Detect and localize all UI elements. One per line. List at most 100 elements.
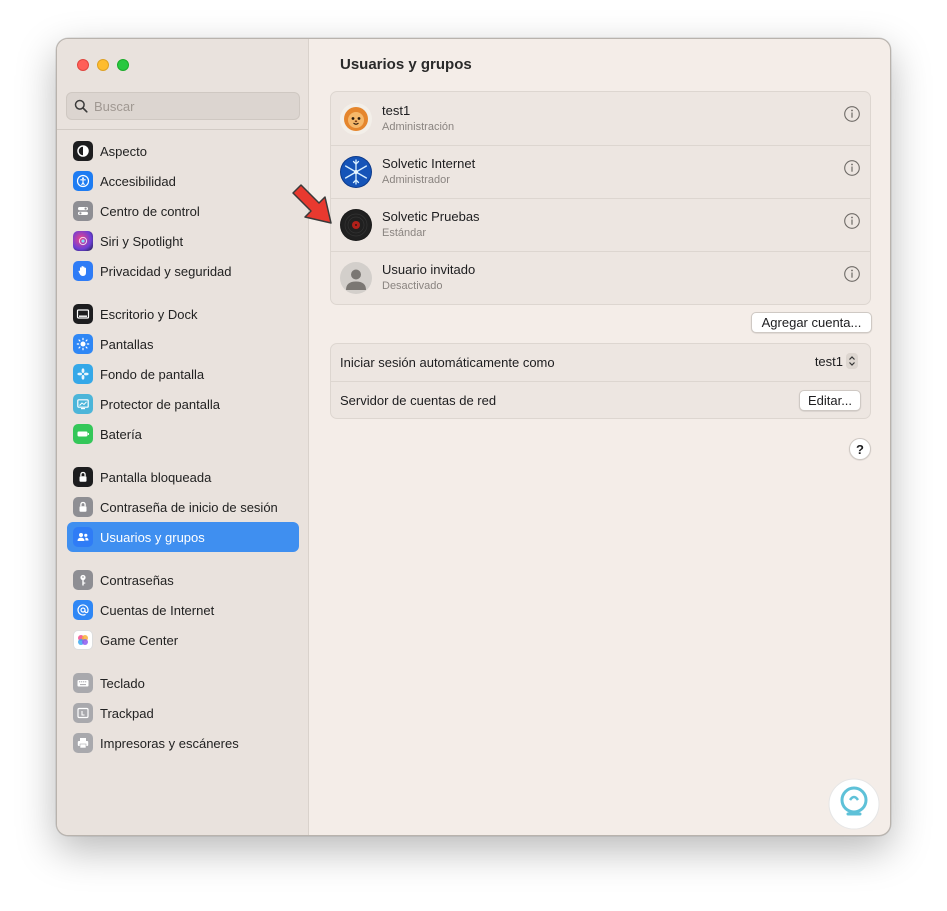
watermark-logo-icon <box>828 778 880 830</box>
keyboard-icon <box>73 673 93 693</box>
traffic-lights <box>77 59 129 71</box>
sidebar-item-label: Pantalla bloqueada <box>100 469 212 485</box>
sidebar-item-label: Usuarios y grupos <box>100 529 205 545</box>
sidebar-item-label: Cuentas de Internet <box>100 602 215 618</box>
user-row-usuario-invitado[interactable]: Usuario invitado Desactivado <box>331 251 870 304</box>
user-name: Solvetic Internet <box>382 156 476 171</box>
dock-icon <box>73 304 93 324</box>
user-row-solvetic-pruebas[interactable]: Solvetic Pruebas Estándar <box>331 198 870 251</box>
sidebar-item-cuentas-de-internet[interactable]: Cuentas de Internet <box>67 595 299 625</box>
chevron-updown-icon <box>846 353 858 369</box>
users-list: test1 Administración Solvetic Internet A… <box>330 91 871 305</box>
user-row-test1[interactable]: test1 Administración <box>331 92 870 145</box>
at-icon <box>73 600 93 620</box>
printer-icon <box>73 733 93 753</box>
add-account-button[interactable]: Agregar cuenta... <box>751 312 872 333</box>
trackpad-icon <box>73 703 93 723</box>
settings-window: Aspecto Accesibilidad Centro de control … <box>56 38 891 836</box>
battery-icon <box>73 424 93 444</box>
search-field[interactable] <box>66 92 300 120</box>
game-center-icon <box>73 630 93 650</box>
login-settings: Iniciar sesión automáticamente como test… <box>330 343 871 419</box>
user-name: Solvetic Pruebas <box>382 209 480 224</box>
sidebar-item-label: Teclado <box>100 675 145 691</box>
control-center-icon <box>73 201 93 221</box>
info-icon[interactable] <box>843 159 861 177</box>
sidebar-item-label: Fondo de pantalla <box>100 366 205 382</box>
user-info: Solvetic Pruebas Estándar <box>382 209 480 241</box>
user-role: Administrador <box>382 174 450 186</box>
autologin-row: Iniciar sesión automáticamente como test… <box>331 344 870 381</box>
sidebar-item-label: Pantallas <box>100 336 154 352</box>
sidebar-divider <box>57 129 308 130</box>
help-button[interactable]: ? <box>849 438 871 460</box>
user-role: Estándar <box>382 227 427 239</box>
display-icon <box>73 334 93 354</box>
sidebar-item-label: Privacidad y seguridad <box>100 263 232 279</box>
sidebar-item-label: Trackpad <box>100 705 154 721</box>
sidebar-item-fondo-de-pantalla[interactable]: Fondo de pantalla <box>67 359 299 389</box>
search-input[interactable] <box>94 98 294 114</box>
network-server-label: Servidor de cuentas de red <box>340 392 497 408</box>
edit-button[interactable]: Editar... <box>799 390 861 411</box>
sidebar-item-label: Game Center <box>100 632 179 648</box>
accessibility-icon <box>73 171 93 191</box>
page-title: Usuarios y grupos <box>340 56 472 73</box>
info-icon[interactable] <box>843 105 861 123</box>
lion-avatar <box>340 102 372 135</box>
guest-avatar <box>340 262 372 294</box>
sidebar-item-label: Batería <box>100 426 142 442</box>
annotation-arrow-icon <box>292 184 332 224</box>
sidebar-item-centro-de-control[interactable]: Centro de control <box>67 196 299 226</box>
sidebar-item-impresoras[interactable]: Impresoras y escáneres <box>67 728 299 758</box>
user-info: Usuario invitado Desactivado <box>382 262 475 294</box>
user-info: test1 Administración <box>382 103 454 135</box>
sidebar-item-aspecto[interactable]: Aspecto <box>67 136 299 166</box>
autologin-select[interactable]: test1 <box>815 353 858 369</box>
sidebar-item-escritorio-y-dock[interactable]: Escritorio y Dock <box>67 299 299 329</box>
sidebar-item-protector-de-pantalla[interactable]: Protector de pantalla <box>67 389 299 419</box>
lock-screen-icon <box>73 467 93 487</box>
vinyl-avatar <box>340 209 372 241</box>
user-info: Solvetic Internet Administrador <box>382 156 475 188</box>
autologin-value: test1 <box>814 353 843 369</box>
search-icon <box>74 99 88 113</box>
sidebar-item-siri-y-spotlight[interactable]: Siri y Spotlight <box>67 226 299 256</box>
sidebar-item-contrasena-inicio[interactable]: Contraseña de inicio de sesión <box>67 492 299 522</box>
appearance-icon <box>73 141 93 161</box>
close-button[interactable] <box>77 59 89 71</box>
sidebar-item-label: Contraseñas <box>100 572 174 588</box>
siri-icon <box>73 231 93 251</box>
key-icon <box>73 570 93 590</box>
autologin-label: Iniciar sesión automáticamente como <box>340 355 555 370</box>
sidebar-item-pantallas[interactable]: Pantallas <box>67 329 299 359</box>
sidebar-item-bateria[interactable]: Batería <box>67 419 299 449</box>
sidebar-item-teclado[interactable]: Teclado <box>67 668 299 698</box>
sidebar-item-label: Accesibilidad <box>100 173 176 189</box>
screensaver-icon <box>73 394 93 414</box>
users-icon <box>73 527 93 547</box>
sidebar-item-label: Centro de control <box>100 203 200 219</box>
sidebar-item-usuarios-y-grupos[interactable]: Usuarios y grupos <box>67 522 299 552</box>
network-server-row: Servidor de cuentas de red Editar... <box>331 381 870 418</box>
info-icon[interactable] <box>843 212 861 230</box>
main-panel: Usuarios y grupos test1 Administración S… <box>310 39 890 835</box>
zoom-button[interactable] <box>117 59 129 71</box>
sidebar-item-game-center[interactable]: Game Center <box>67 625 299 655</box>
snowflake-avatar <box>340 156 372 188</box>
user-row-solvetic-internet[interactable]: Solvetic Internet Administrador <box>331 145 870 198</box>
user-role: Administración <box>382 120 455 133</box>
sidebar-item-trackpad[interactable]: Trackpad <box>67 698 299 728</box>
minimize-button[interactable] <box>97 59 109 71</box>
sidebar-item-pantalla-bloqueada[interactable]: Pantalla bloqueada <box>67 462 299 492</box>
sidebar: Aspecto Accesibilidad Centro de control … <box>57 39 309 835</box>
user-role: Desactivado <box>382 280 443 292</box>
sidebar-item-label: Aspecto <box>100 143 147 159</box>
lock-icon <box>73 497 93 517</box>
sidebar-item-accesibilidad[interactable]: Accesibilidad <box>67 166 299 196</box>
sidebar-item-contrasenas[interactable]: Contraseñas <box>67 565 299 595</box>
sidebar-item-privacidad[interactable]: Privacidad y seguridad <box>67 256 299 286</box>
user-name: Usuario invitado <box>382 262 476 277</box>
sidebar-item-label: Impresoras y escáneres <box>100 735 239 751</box>
info-icon[interactable] <box>843 265 861 283</box>
